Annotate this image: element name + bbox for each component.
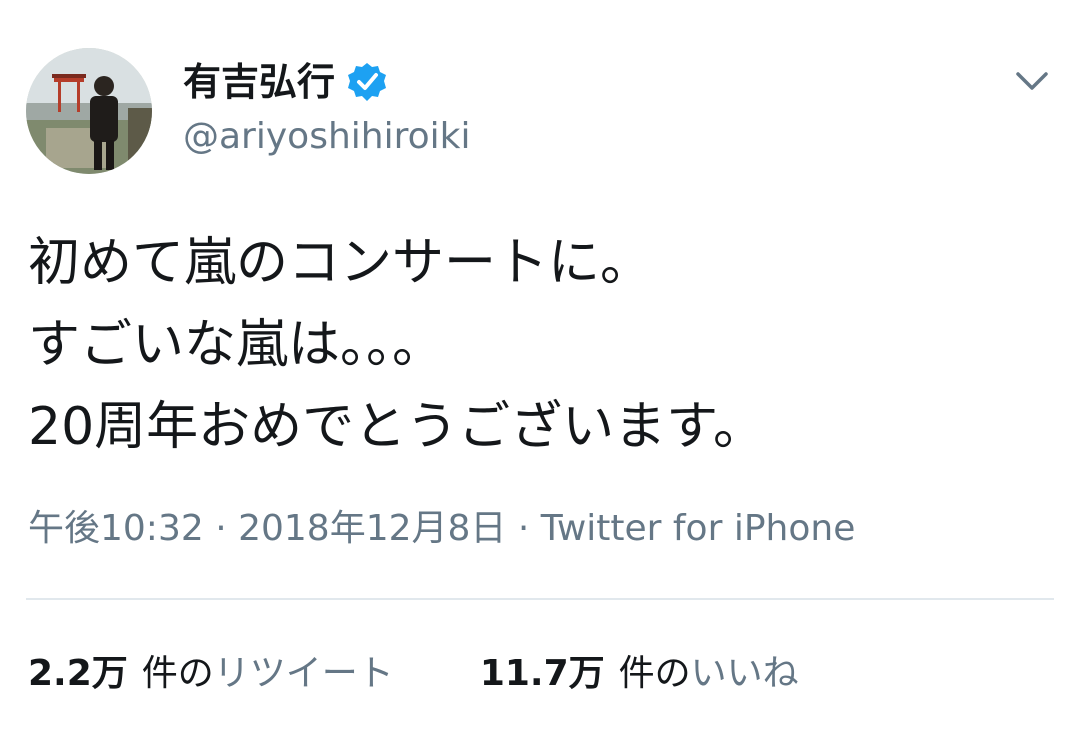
tweet-text-line: すごいな嵐は。。。 (28, 315, 445, 375)
handle[interactable]: @ariyoshihiroiki (183, 114, 470, 160)
meta-separator: · (506, 508, 541, 549)
tweet-time[interactable]: 午後10:32 (28, 508, 204, 549)
chevron-down-icon[interactable] (1010, 64, 1054, 98)
retweet-label: リツイート (213, 653, 394, 694)
tweet: 有吉弘行 @ariyoshihiroiki 初めて嵐のコンサートに。 すごいな嵐… (0, 0, 1080, 744)
tweet-text: 初めて嵐のコンサートに。 すごいな嵐は。。。 20周年おめでとうございます。 (28, 222, 1048, 468)
like-label: いいね (690, 653, 799, 694)
avatar-photo (26, 48, 152, 174)
retweets-stat[interactable]: 2.2万 件の リツイート (28, 650, 394, 698)
retweet-unit: 件の (141, 653, 214, 694)
like-count: 11.7万 (479, 653, 605, 694)
author-row: 有吉弘行 (183, 58, 389, 106)
tweet-date[interactable]: 2018年12月8日 (238, 508, 506, 549)
avatar[interactable] (26, 48, 152, 174)
meta-separator: · (203, 508, 239, 549)
display-name[interactable]: 有吉弘行 (183, 58, 335, 106)
likes-stat[interactable]: 11.7万 件の いいね (480, 650, 799, 698)
verified-badge-icon (348, 63, 387, 101)
tweet-source[interactable]: Twitter for iPhone (541, 508, 856, 549)
divider (26, 598, 1054, 600)
tweet-text-line: 初めて嵐のコンサートに。 (28, 233, 653, 293)
tweet-text-line: 20周年おめでとうございます。 (28, 397, 765, 457)
retweet-count: 2.2万 (28, 653, 128, 694)
tweet-meta: 午後10:32 · 2018年12月8日 · Twitter for iPhon… (28, 506, 855, 552)
like-unit: 件の (618, 653, 691, 694)
tweet-stats: 2.2万 件の リツイート 11.7万 件の いいね (28, 650, 799, 698)
